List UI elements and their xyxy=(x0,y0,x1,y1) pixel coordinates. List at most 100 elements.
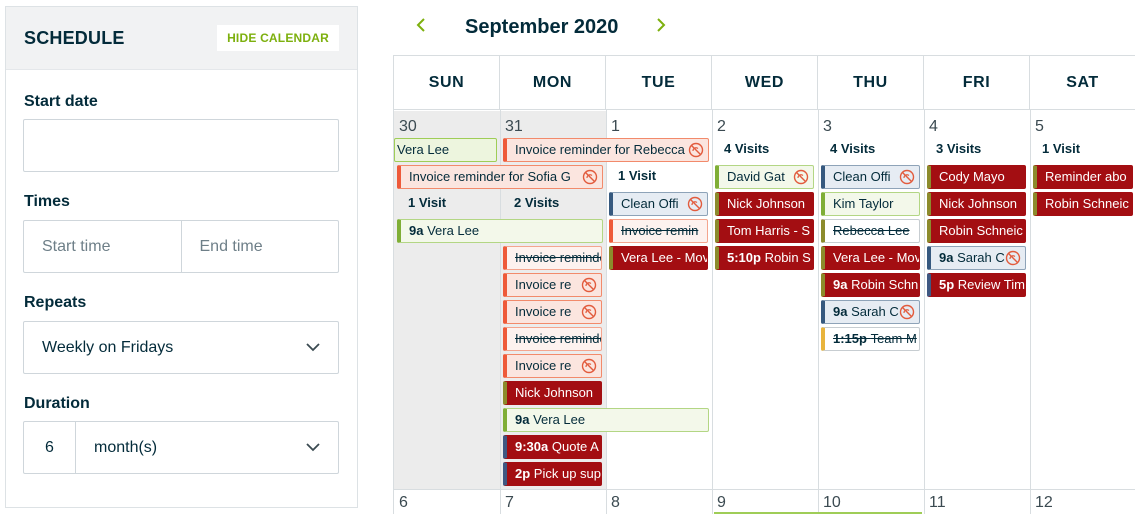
calendar-event[interactable]: Invoice reminder xyxy=(503,327,602,351)
chevron-right-icon xyxy=(657,18,666,32)
calendar-event[interactable]: Rebecca Lee xyxy=(821,219,920,243)
day-number[interactable]: 4 xyxy=(929,118,938,136)
day-number[interactable]: 9 xyxy=(717,494,726,512)
no-sync-icon xyxy=(687,196,703,212)
day-number[interactable]: 2 xyxy=(717,118,726,136)
dow-sun: SUN xyxy=(394,56,500,110)
event-time: 5p xyxy=(939,277,958,292)
calendar-event[interactable]: 9a Sarah C xyxy=(927,246,1026,270)
visit-count-mon[interactable]: 2 Visits xyxy=(514,195,559,210)
calendar-event[interactable]: 9a Sarah C xyxy=(821,300,920,324)
calendar-event[interactable]: Invoice reminder for Sofia G xyxy=(397,165,603,189)
calendar-event[interactable]: Robin Schneic xyxy=(1033,192,1133,216)
event-title: Review Tim xyxy=(957,277,1025,292)
event-title: Kim Taylor xyxy=(833,196,894,211)
repeats-select[interactable]: Weekly on Fridays xyxy=(23,321,339,374)
no-sync-icon xyxy=(688,142,704,158)
calendar-event[interactable]: Nick Johnson xyxy=(715,192,814,216)
calendar-event[interactable]: Nick Johnson xyxy=(503,381,602,405)
next-month-button[interactable] xyxy=(650,14,672,36)
day-number[interactable]: 5 xyxy=(1035,118,1044,136)
calendar-event[interactable]: Invoice reminder xyxy=(503,246,602,270)
calendar-event[interactable]: Reminder abo xyxy=(1033,165,1133,189)
grid-line xyxy=(712,110,713,514)
grid-line xyxy=(924,110,925,514)
calendar-event[interactable]: Invoice re xyxy=(503,300,602,324)
event-title: Quote A xyxy=(551,439,599,454)
start-date-input[interactable] xyxy=(23,119,339,172)
calendar-event[interactable]: 9a Vera Lee xyxy=(397,219,603,243)
event-title: Robin S xyxy=(764,250,811,265)
calendar-event[interactable]: 2p Pick up sup xyxy=(503,462,602,486)
event-title: Reminder abo xyxy=(1045,169,1127,184)
grid-line xyxy=(394,489,1135,490)
day-number[interactable]: 3 xyxy=(823,118,832,136)
event-title: Invoice re xyxy=(515,358,572,373)
schedule-title: SCHEDULE xyxy=(24,27,125,48)
calendar-event[interactable]: Kim Taylor xyxy=(821,192,920,216)
day-number[interactable]: 7 xyxy=(505,494,514,512)
no-sync-icon xyxy=(899,169,915,185)
grid-line xyxy=(1030,110,1031,514)
calendar-event[interactable]: Vera Lee - Mov xyxy=(609,246,708,270)
dow-sat: SAT xyxy=(1030,56,1135,110)
duration-unit-select[interactable]: month(s) xyxy=(76,422,338,473)
visit-count-wed[interactable]: 4 Visits xyxy=(724,141,769,156)
day-number[interactable]: 30 xyxy=(399,118,417,136)
day-number[interactable]: 10 xyxy=(823,494,841,512)
event-title: Clean Offi xyxy=(833,169,891,184)
calendar-event[interactable]: David Gat xyxy=(715,165,814,189)
visit-count-tue[interactable]: 1 Visit xyxy=(618,168,656,183)
event-title: Vera Lee xyxy=(533,412,586,427)
calendar-event[interactable]: Robin Schneic xyxy=(927,219,1026,243)
event-title: Sarah C xyxy=(957,250,1005,265)
duration-unit-value: month(s) xyxy=(94,438,158,456)
calendar-event[interactable]: 5p Review Tim xyxy=(927,273,1026,297)
day-number[interactable]: 1 xyxy=(611,118,620,136)
duration-number-input[interactable]: 6 xyxy=(24,422,76,473)
day-number[interactable]: 8 xyxy=(611,494,620,512)
visit-count-fri[interactable]: 3 Visits xyxy=(936,141,981,156)
day-number[interactable]: 31 xyxy=(505,118,523,136)
event-title: David Gat xyxy=(727,169,785,184)
calendar-event[interactable]: Nick Johnson xyxy=(927,192,1026,216)
hide-calendar-button[interactable]: HIDE CALENDAR xyxy=(217,25,339,51)
day-number[interactable]: 12 xyxy=(1035,494,1053,512)
schedule-header: SCHEDULE HIDE CALENDAR xyxy=(6,7,357,70)
end-time-input[interactable]: End time xyxy=(180,221,339,272)
calendar-event[interactable]: Invoice re xyxy=(503,354,602,378)
no-sync-icon xyxy=(581,304,597,320)
dow-wed: WED xyxy=(712,56,818,110)
day-number[interactable]: 11 xyxy=(929,494,946,512)
calendar-event[interactable]: 9a Vera Lee xyxy=(503,408,709,432)
event-title: Invoice reminder for Rebecca xyxy=(515,142,685,157)
no-sync-icon xyxy=(793,169,809,185)
start-time-input[interactable]: Start time xyxy=(24,221,181,272)
calendar-event[interactable]: Invoice remin xyxy=(609,219,708,243)
duration-fields: 6 month(s) xyxy=(23,421,339,474)
calendar-event[interactable]: 9:30a Quote A xyxy=(503,435,602,459)
schedule-panel: SCHEDULE HIDE CALENDAR Start date Times … xyxy=(5,6,358,508)
dow-thu: THU xyxy=(818,56,924,110)
calendar-event[interactable]: Invoice re xyxy=(503,273,602,297)
event-title: Invoice re xyxy=(515,304,572,319)
calendar-event[interactable]: 5:10p Robin S xyxy=(715,246,814,270)
calendar-event[interactable]: Cody Mayo xyxy=(927,165,1026,189)
calendar-event[interactable]: Vera Lee xyxy=(394,138,497,162)
prev-month-button[interactable] xyxy=(410,14,432,36)
calendar-event[interactable]: Clean Offi xyxy=(609,192,708,216)
calendar-event[interactable]: Invoice reminder for Rebecca xyxy=(503,138,709,162)
calendar-event[interactable]: 1:15p Team M xyxy=(821,327,920,351)
calendar-event[interactable]: Vera Lee - Mov xyxy=(821,246,920,270)
calendar-event[interactable]: Tom Harris - S xyxy=(715,219,814,243)
calendar-event[interactable]: Clean Offi xyxy=(821,165,920,189)
grid-line xyxy=(818,110,819,514)
event-title: Invoice remin xyxy=(621,223,699,238)
visit-count-thu[interactable]: 4 Visits xyxy=(830,141,875,156)
times-label: Times xyxy=(24,193,70,210)
day-number[interactable]: 6 xyxy=(399,494,408,512)
grid-line xyxy=(606,110,607,514)
visit-count-sun[interactable]: 1 Visit xyxy=(408,195,446,210)
visit-count-sat[interactable]: 1 Visit xyxy=(1042,141,1080,156)
calendar-event[interactable]: 9a Robin Schn xyxy=(821,273,920,297)
